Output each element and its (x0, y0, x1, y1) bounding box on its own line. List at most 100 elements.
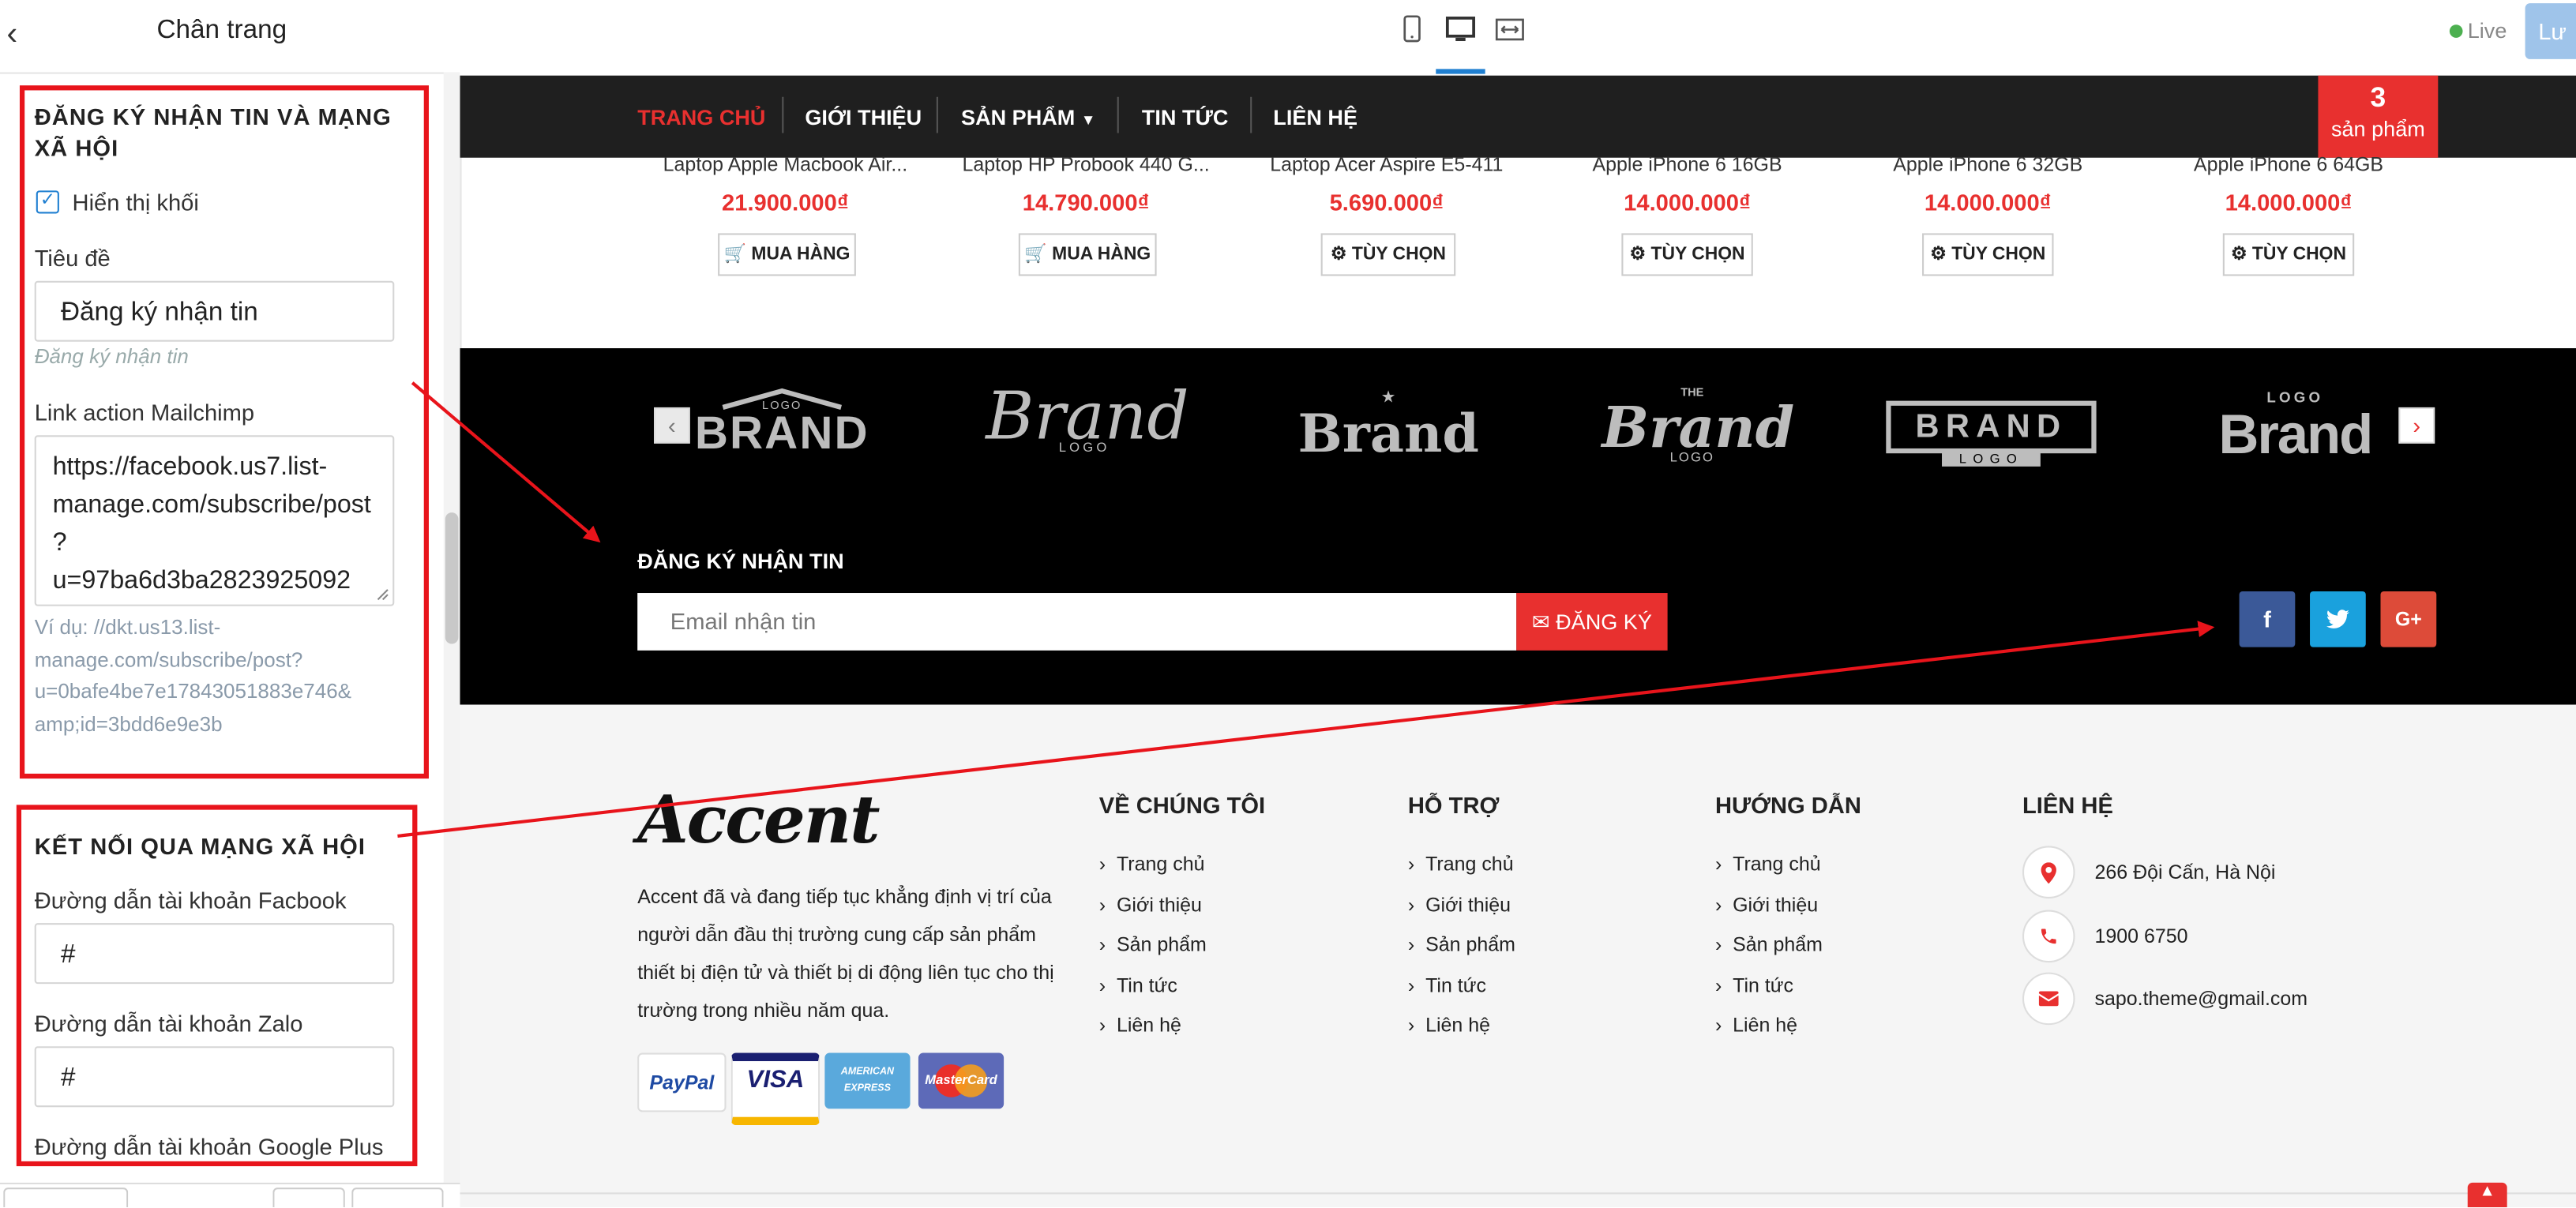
heading-input[interactable]: Đăng ký nhận tin (34, 280, 395, 342)
cart-icon: 🛒 (723, 244, 747, 264)
link-label: Liên hệ (1733, 1013, 1798, 1037)
link-label: Tin tức (1116, 974, 1177, 997)
twitter-icon[interactable] (2310, 591, 2366, 647)
brand-logo[interactable]: BRAND LOGO (1886, 391, 2097, 467)
link-label: Trang chủ (1116, 852, 1205, 876)
brand-logo[interactable]: THE Brand LOGO (1602, 388, 1794, 465)
options-button[interactable]: ⚙ TÙY CHỌN (1320, 233, 1456, 276)
product-name[interactable]: Apple iPhone 6 16GB (1548, 152, 1827, 175)
panel-title: Chân trang (156, 16, 287, 45)
options-button[interactable]: ⚙ TÙY CHỌN (1922, 233, 2054, 276)
cart-count: 3 (2370, 82, 2386, 114)
active-device-indicator (1436, 69, 1485, 74)
footer-link[interactable]: › Giới thiệu (1099, 894, 1202, 917)
product-name[interactable]: Laptop Apple Macbook Air... (646, 152, 926, 175)
footer-link[interactable]: › Giới thiệu (1715, 894, 1818, 917)
brand-logo[interactable]: LOGO BRAND (690, 388, 874, 459)
live-status-label: Live (2467, 17, 2507, 43)
fullwidth-icon[interactable] (1492, 15, 1528, 51)
cart-button[interactable]: 3 sản phẩm (2318, 75, 2439, 158)
carousel-prev-icon[interactable]: ‹ (653, 407, 690, 444)
footer-link[interactable]: › Trang chủ (1408, 853, 1514, 876)
save-button[interactable]: Lư (2525, 3, 2576, 59)
brand-logo[interactable]: ★ Brand (1298, 390, 1479, 460)
facebook-icon[interactable]: f (2239, 591, 2296, 647)
heading-hint: Đăng ký nhận tin (34, 344, 189, 369)
nav-item-about[interactable]: GIỚI THIỆU (805, 105, 922, 129)
nav-item-contact[interactable]: LIÊN HỆ (1273, 105, 1357, 129)
envelope-icon (2022, 972, 2075, 1026)
nav-item-products[interactable]: SẢN PHẨM ▼ (961, 105, 1095, 129)
contact-address: 266 Đội Cấn, Hà Nội (2094, 861, 2276, 884)
options-button[interactable]: ⚙ TÙY CHỌN (2222, 233, 2355, 276)
product-name[interactable]: Laptop Acer Aspire E5-411 (1247, 152, 1526, 175)
product-name[interactable]: Laptop HP Probook 440 G... (946, 152, 1226, 175)
zalo-input[interactable]: # (34, 1046, 395, 1108)
link-label: Sản phẩm (1733, 932, 1823, 956)
footer-link[interactable]: › Giới thiệu (1408, 894, 1511, 917)
contact-title: LIÊN HỆ (2022, 791, 2113, 819)
button-label: TÙY CHỌN (1951, 244, 2046, 264)
footer-link[interactable]: › Liên hệ (1408, 1014, 1490, 1037)
button-label: TÙY CHỌN (1351, 244, 1446, 264)
footer-logo[interactable]: Accent (637, 782, 880, 859)
about-text: Accent đã và đang tiếp tục khẳng định vị… (637, 879, 1061, 1030)
button-label: TÙY CHỌN (2251, 244, 2347, 264)
brand-logo-text: BRAND (694, 407, 869, 459)
gears-icon: ⚙ (1330, 244, 1347, 264)
about-line: người dẫn đầu thị trường cung cấp sản ph… (637, 923, 1036, 947)
desktop-icon[interactable] (1443, 15, 1479, 51)
heading-label: Tiêu đề (34, 244, 111, 272)
brand-logo[interactable]: LOGO Brand (2210, 388, 2380, 463)
buy-button[interactable]: 🛒 MUA HÀNG (718, 233, 856, 276)
options-button[interactable]: ⚙ TÙY CHỌN (1621, 233, 1753, 276)
subscribe-button[interactable]: ✉ ĐĂNG KÝ (1516, 593, 1668, 651)
tablet-icon[interactable] (1393, 15, 1429, 51)
gears-icon: ⚙ (1930, 244, 1947, 264)
back-to-top-icon[interactable]: ▲ (2467, 1182, 2507, 1208)
resize-handle-icon[interactable] (376, 588, 389, 602)
newsletter-section-title: ĐĂNG KÝ NHẬN TIN VÀ MẠNG XÃ HỘI (35, 102, 392, 164)
product-name[interactable]: Apple iPhone 6 32GB (1848, 152, 2127, 175)
footer-link[interactable]: › Tin tức (1715, 974, 1793, 997)
panel-bottom-bar (0, 1182, 460, 1208)
link-label: Giới thiệu (1425, 893, 1511, 917)
social-section-title: KẾT NỐI QUA MẠNG XÃ HỘI (34, 832, 366, 860)
panel-bottom-button[interactable] (3, 1187, 129, 1208)
footer-link[interactable]: › Sản phẩm (1099, 933, 1207, 956)
footer-link[interactable]: › Sản phẩm (1408, 933, 1515, 956)
link-label: Liên hệ (1116, 1013, 1181, 1037)
footer-column-title: VỀ CHÚNG TÔI (1098, 791, 1266, 819)
footer-link[interactable]: › Liên hệ (1099, 1014, 1181, 1037)
facebook-input[interactable]: # (34, 923, 395, 985)
product-name[interactable]: Apple iPhone 6 64GB (2149, 152, 2428, 175)
footer-link[interactable]: › Tin tức (1408, 974, 1486, 997)
gears-icon: ⚙ (1629, 244, 1647, 264)
nav-item-home[interactable]: TRANG CHỦ (637, 105, 765, 129)
footer-link[interactable]: › Sản phẩm (1715, 933, 1823, 956)
footer-link[interactable]: › Tin tức (1099, 974, 1177, 997)
footer-link[interactable]: › Trang chủ (1715, 853, 1821, 876)
buy-button[interactable]: 🛒 MUA HÀNG (1018, 233, 1157, 276)
about-line: thiết bị điện tử và thiết bị di động liê… (637, 961, 1054, 985)
googleplus-icon[interactable]: G+ (2380, 591, 2437, 647)
panel-header: ‹ Chân trang (0, 0, 460, 74)
nav-item-news[interactable]: TIN TỨC (1142, 105, 1229, 129)
textarea-line: u=97ba6d3ba2823925092 (52, 566, 351, 595)
footer-link[interactable]: › Trang chủ (1099, 853, 1205, 876)
panel-bottom-button[interactable] (272, 1187, 345, 1208)
show-block-label: Hiển thị khối (72, 189, 199, 216)
footer-link[interactable]: › Liên hệ (1715, 1014, 1797, 1037)
email-input[interactable]: Email nhận tin (637, 593, 1517, 651)
show-block-checkbox[interactable]: ✓ (36, 190, 59, 214)
brand-logo[interactable]: Brand LOGO (986, 381, 1188, 456)
carousel-next-icon[interactable]: › (2398, 407, 2435, 444)
panel-bottom-button[interactable] (351, 1187, 444, 1208)
contact-email[interactable]: sapo.theme@gmail.com (2095, 987, 2308, 1010)
panel-scroll-thumb[interactable] (445, 512, 459, 644)
about-line: trường trong nhiều năm qua. (637, 998, 890, 1022)
nav-separator (1117, 96, 1119, 133)
link-label: Tin tức (1425, 974, 1486, 997)
brand-logo-text: Brand (2218, 403, 2373, 467)
mailchimp-textarea[interactable]: https://facebook.us7.list- manage.com/su… (34, 435, 395, 606)
